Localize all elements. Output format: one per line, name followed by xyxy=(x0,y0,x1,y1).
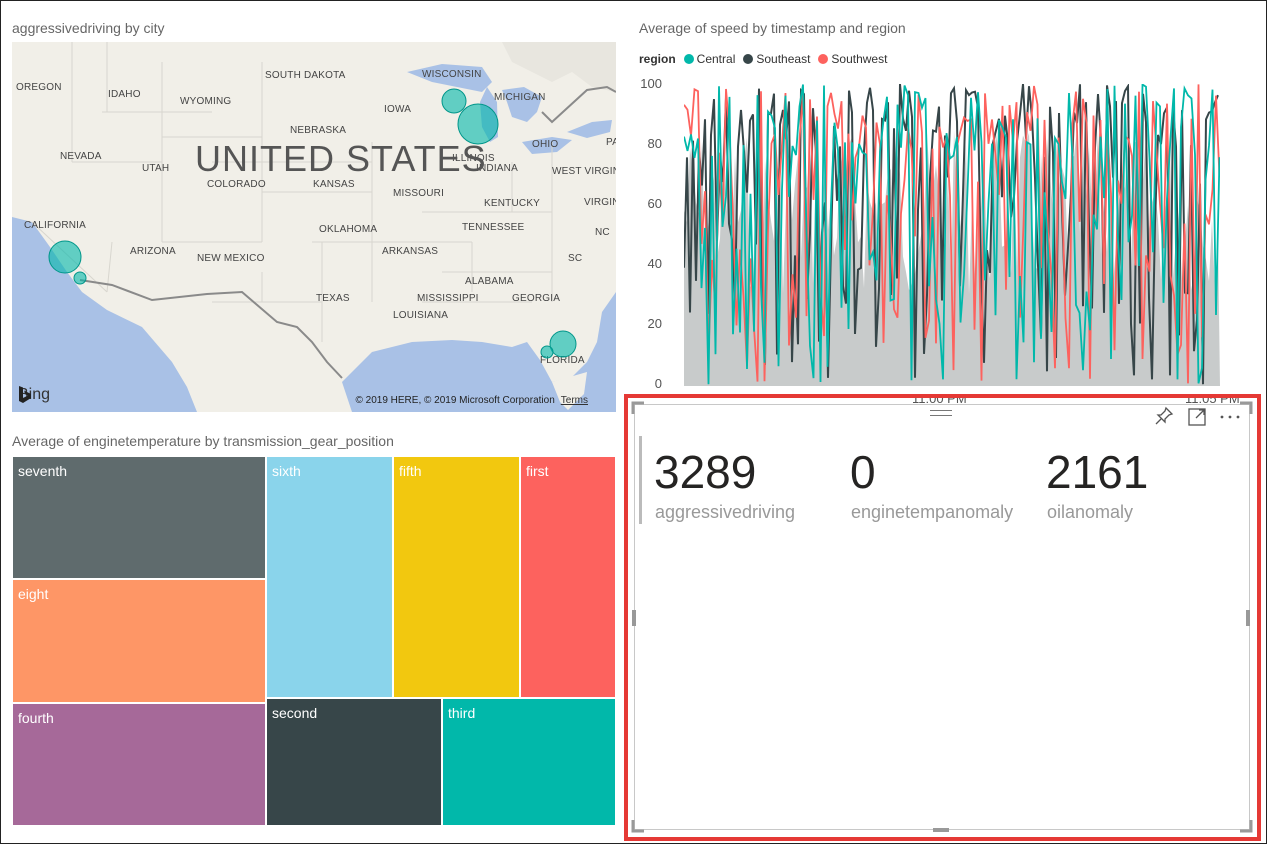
state-label: ARIZONA xyxy=(130,246,176,257)
state-label: TEXAS xyxy=(316,293,350,304)
terms-link[interactable]: Terms xyxy=(561,395,588,406)
state-label: SC xyxy=(568,253,583,264)
state-label: COLORADO xyxy=(207,179,266,190)
treemap-tile-seventh[interactable]: seventh xyxy=(12,456,266,579)
state-label: WYOMING xyxy=(180,96,232,107)
tile-label: eight xyxy=(18,586,49,602)
state-label: NC xyxy=(595,227,610,238)
state-label: MISSISSIPPI xyxy=(417,293,479,304)
state-label: OHIO xyxy=(532,139,559,150)
state-label: NEVADA xyxy=(60,151,102,162)
legend-label: Central xyxy=(696,52,736,66)
state-label: TENNESSEE xyxy=(462,222,525,233)
y-tick: 100 xyxy=(640,76,662,91)
treemap-tile-first[interactable]: first xyxy=(520,456,616,698)
legend-label: Southwest xyxy=(831,52,888,66)
line-visual-title: Average of speed by timestamp and region xyxy=(639,20,906,36)
legend-title: region xyxy=(639,52,676,66)
state-label: VIRGINIA xyxy=(584,197,616,208)
y-tick: 20 xyxy=(647,316,662,331)
treemap-tile-fourth[interactable]: fourth xyxy=(12,703,266,826)
treemap-tile-eight[interactable]: eight xyxy=(12,579,266,703)
state-label: MISSOURI xyxy=(393,188,445,199)
speed-line-chart[interactable] xyxy=(684,84,1220,386)
map-visual-title: aggressivedriving by city xyxy=(12,20,165,36)
map-visual[interactable]: OREGON IDAHO WYOMING SOUTH DAKOTA WISCON… xyxy=(12,42,616,412)
tile-label: sixth xyxy=(272,463,301,479)
bing-logo: Bing xyxy=(18,386,50,404)
treemap-tile-fifth[interactable]: fifth xyxy=(393,456,520,698)
tile-label: fifth xyxy=(399,463,422,479)
legend-label: Southeast xyxy=(756,52,811,66)
tile-label: second xyxy=(272,705,318,721)
y-tick: 40 xyxy=(647,256,662,271)
state-label: GEORGIA xyxy=(512,293,561,304)
tile-label: third xyxy=(448,705,476,721)
legend-dot xyxy=(818,54,829,64)
state-label: LOUISIANA xyxy=(393,310,449,321)
state-label: KENTUCKY xyxy=(484,198,541,209)
y-tick: 0 xyxy=(654,376,662,391)
state-label: OKLAHOMA xyxy=(319,224,378,235)
legend-dot xyxy=(743,54,754,64)
treemap-visual-title: Average of enginetemperature by transmis… xyxy=(12,433,394,449)
state-label: NEW MEXICO xyxy=(197,253,265,264)
state-label: IDAHO xyxy=(108,89,141,100)
state-label: ARKANSAS xyxy=(382,246,439,257)
state-label: OREGON xyxy=(16,82,62,93)
tile-label: first xyxy=(526,463,549,479)
state-label: SOUTH DAKOTA xyxy=(265,70,346,81)
y-tick: 60 xyxy=(647,196,662,211)
treemap-tile-third[interactable]: third xyxy=(442,698,616,826)
bing-icon xyxy=(19,386,31,403)
legend-item-southeast[interactable]: Southeast xyxy=(743,52,810,66)
state-label: IOWA xyxy=(384,104,412,115)
line-legend: region Central Southeast Southwest xyxy=(639,52,891,66)
copyright-text: © 2019 HERE, © 2019 Microsoft Corporatio… xyxy=(355,395,555,406)
treemap-tile-second[interactable]: second xyxy=(266,698,442,826)
state-label: FLORIDA xyxy=(540,355,585,366)
tile-label: fourth xyxy=(18,710,54,726)
state-label: UTAH xyxy=(142,163,170,174)
legend-item-southwest[interactable]: Southwest xyxy=(818,52,887,66)
state-label: ALABAMA xyxy=(465,276,514,287)
y-tick: 80 xyxy=(647,136,662,151)
treemap-tile-sixth[interactable]: sixth xyxy=(266,456,393,698)
state-label: WISCONSIN xyxy=(422,69,482,80)
legend-dot xyxy=(683,54,694,64)
legend-item-central[interactable]: Central xyxy=(683,52,736,66)
state-label: PA xyxy=(606,137,616,148)
state-label: WEST VIRGINIA xyxy=(552,166,616,177)
state-label: MICHIGAN xyxy=(494,92,546,103)
state-label: CALIFORNIA xyxy=(24,220,87,231)
state-label: KANSAS xyxy=(313,179,355,190)
selection-highlight xyxy=(624,394,1261,841)
state-label: NEBRASKA xyxy=(290,125,347,136)
tile-label: seventh xyxy=(18,463,68,479)
map-copyright: © 2019 HERE, © 2019 Microsoft Corporatio… xyxy=(355,395,588,406)
country-label: UNITED STATES xyxy=(195,138,487,179)
